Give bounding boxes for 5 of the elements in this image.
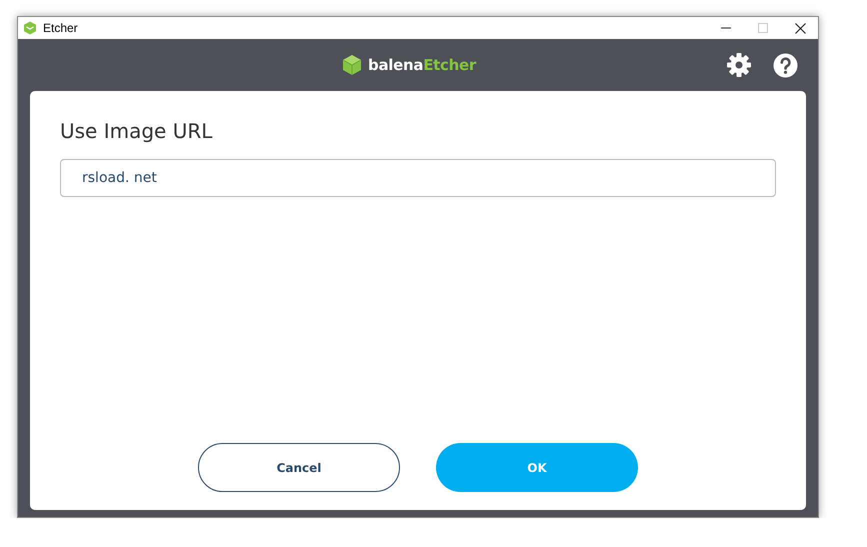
dialog-title: Use Image URL	[60, 119, 214, 143]
url-field[interactable]: rsload. net	[60, 159, 776, 197]
window-title: Etcher	[43, 21, 78, 35]
cancel-button[interactable]: Cancel	[198, 443, 400, 492]
logo-wordmark: balenaEtcher	[368, 56, 476, 74]
